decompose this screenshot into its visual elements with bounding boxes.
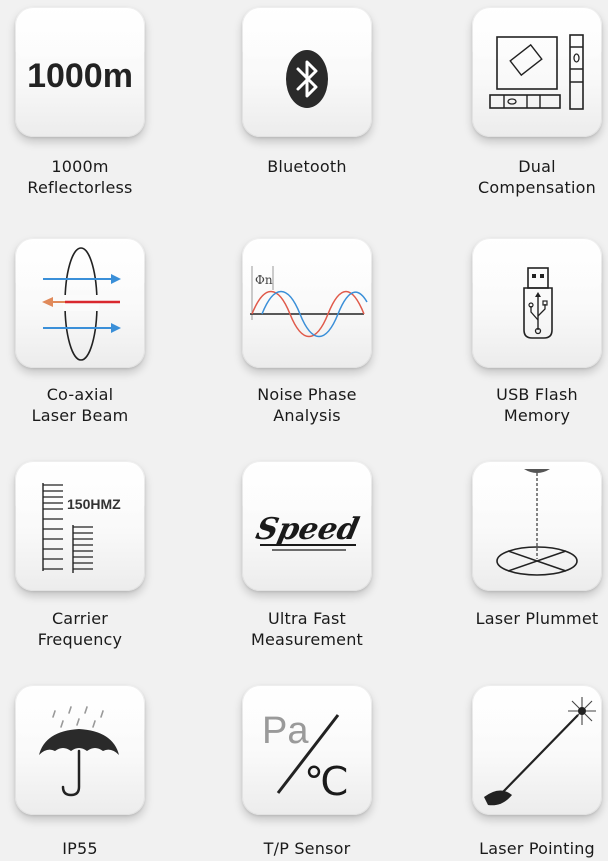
svg-text:Speed: Speed [253, 512, 362, 547]
feature-label-reflectorless: 1000m Reflectorless [27, 157, 133, 197]
feature-label-laser-pointing: Laser Pointing [479, 839, 595, 858]
noise-phase-icon: Φn [250, 266, 368, 337]
svg-text:1000m: 1000m [27, 57, 133, 95]
laser-plummet-icon [496, 469, 578, 576]
coaxial-beam-icon [42, 247, 121, 361]
svg-text:150HMZ: 150HMZ [67, 496, 121, 512]
speed-icon: Speed [253, 512, 362, 551]
feature-tile-ip55 [15, 685, 145, 815]
feature-label-coaxial: Co-axial Laser Beam [31, 385, 129, 425]
feature-label-laser-plummet: Laser Plummet [475, 609, 599, 628]
dual-compensation-icon [489, 34, 584, 110]
feature-label-noise-phase: Noise Phase Analysis [257, 385, 357, 425]
carrier-frequency-icon: 150HMZ [42, 483, 121, 573]
feature-label-tp-sensor: T/P Sensor [263, 839, 351, 858]
temperature-pressure-icon: Pa ℃ [262, 710, 349, 804]
bluetooth-icon [286, 50, 328, 108]
feature-tile-laser-pointing [472, 685, 602, 815]
feature-tile-carrier-frequency: 150HMZ [15, 461, 145, 591]
feature-label-carrier-frequency: Carrier Frequency [37, 609, 123, 649]
laser-pointing-icon [484, 697, 596, 806]
feature-label-usb: USB Flash Memory [496, 385, 578, 425]
umbrella-rain-icon [39, 706, 119, 797]
feature-tile-laser-plummet [472, 461, 602, 591]
feature-label-ip55: IP55 [62, 839, 98, 858]
usb-flash-icon [523, 267, 553, 339]
feature-tile-reflectorless: 1000m [15, 7, 145, 137]
svg-text:Pa: Pa [262, 710, 309, 752]
feature-tile-bluetooth [242, 7, 372, 137]
feature-tile-coaxial [15, 238, 145, 368]
svg-text:Φn: Φn [255, 273, 273, 287]
feature-tile-usb [472, 238, 602, 368]
feature-label-bluetooth: Bluetooth [267, 157, 347, 176]
range-1000m-icon: 1000m [27, 57, 133, 95]
feature-label-speed: Ultra Fast Measurement [250, 609, 364, 649]
feature-label-dual-compensation: Dual Compensation [478, 157, 596, 197]
svg-text:℃: ℃ [304, 760, 349, 804]
feature-tile-tp-sensor: Pa ℃ [242, 685, 372, 815]
feature-tile-speed: Speed [242, 461, 372, 591]
feature-tile-noise-phase: Φn [242, 238, 372, 368]
feature-tile-dual-compensation [472, 7, 602, 137]
